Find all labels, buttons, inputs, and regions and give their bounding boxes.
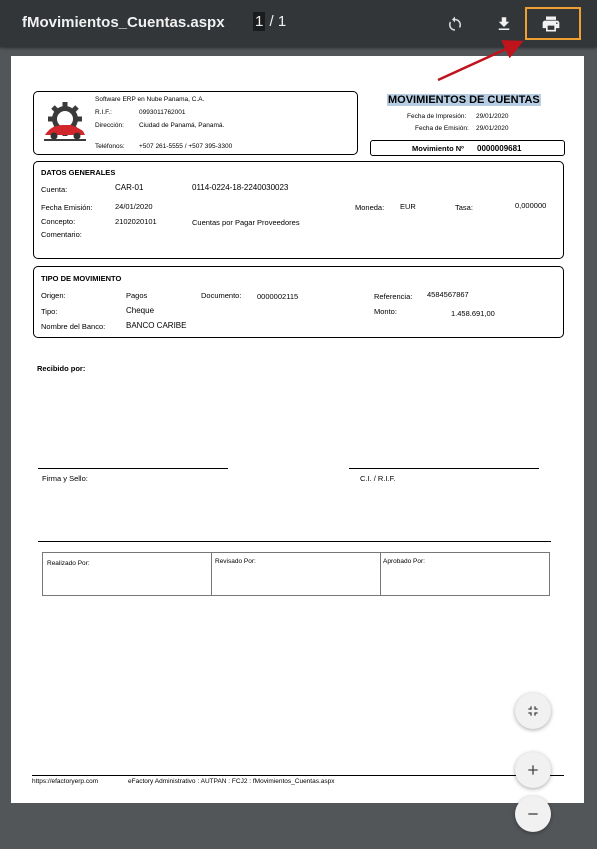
- print-highlight-box: [525, 7, 581, 40]
- banco-value: BANCO CARIBE: [126, 321, 187, 330]
- page-indicator: 1 / 1: [253, 12, 287, 31]
- documento-value: 0000002115: [257, 292, 299, 301]
- comentario-label: Comentario:: [41, 230, 82, 239]
- ci-rif-label: C.I. / R.I.F.: [360, 474, 396, 483]
- fecha-emision-dg-value: 24/01/2020: [115, 202, 153, 211]
- plus-icon: [528, 765, 538, 775]
- recibido-label: Recibido por:: [37, 364, 86, 373]
- direccion-value: Ciudad de Panamá, Panamá.: [139, 122, 225, 129]
- tasa-label: Tasa:: [455, 203, 473, 212]
- approvals-divider-1: [211, 552, 212, 596]
- movimiento-number: 0000009681: [477, 144, 522, 153]
- download-button[interactable]: [490, 10, 518, 38]
- zoom-out-button[interactable]: [515, 796, 551, 832]
- rif-value: 0993011762001: [139, 109, 186, 116]
- minus-icon: [528, 813, 538, 815]
- pdf-page: Software ERP en Nube Panama, C.A. R.I.F.…: [11, 56, 584, 803]
- company-name: Software ERP en Nube Panama, C.A.: [95, 96, 205, 103]
- rotate-button[interactable]: [441, 10, 469, 38]
- revisado-label: Revisado Por:: [215, 558, 256, 565]
- origen-value: Pagos: [126, 291, 148, 300]
- telefonos-label: Teléfonos:: [95, 143, 125, 150]
- tasa-value: 0,000000: [515, 201, 547, 210]
- approvals-box: [42, 552, 550, 596]
- cuenta-label: Cuenta:: [41, 185, 68, 194]
- datos-generales-title: DATOS GENERALES: [41, 168, 116, 177]
- fecha-emision-dg-label: Fecha Emisión:: [41, 203, 93, 212]
- page-separator: /: [265, 13, 278, 30]
- tipo-value: Cheque: [126, 306, 155, 315]
- cuenta-code: CAR-01: [115, 183, 144, 192]
- direccion-label: Dirección:: [95, 122, 124, 129]
- firma-line-right: [349, 468, 539, 469]
- footer-url: https://efactoryerp.com: [32, 778, 99, 785]
- page-total: 1: [277, 13, 287, 30]
- document-title: MOVIMIENTOS DE CUENTAS: [387, 94, 541, 106]
- download-icon: [498, 17, 510, 30]
- tipo-movimiento-title: TIPO DE MOVIMIENTO: [41, 274, 122, 283]
- page-current[interactable]: 1: [253, 12, 266, 31]
- moneda-label: Moneda:: [355, 203, 385, 212]
- zoom-in-button[interactable]: [515, 752, 551, 788]
- telefonos-value: +507 261-5555 / +507 395-3300: [139, 143, 233, 150]
- monto-label: Monto:: [374, 307, 397, 316]
- fecha-impresion-label: Fecha de Impresión:: [407, 113, 467, 120]
- document-filename: fMovimientos_Cuentas.aspx: [22, 14, 225, 31]
- monto-value: 1.458.691,00: [451, 309, 495, 318]
- firma-line-left: [38, 468, 228, 469]
- concepto-desc: Cuentas por Pagar Proveedores: [192, 218, 300, 227]
- separator-line: [38, 541, 551, 542]
- fecha-emision-label: Fecha de Emisión:: [415, 125, 469, 132]
- fecha-impresion-value: 29/01/2020: [476, 113, 509, 120]
- rif-label: R.I.F.:: [95, 109, 112, 116]
- company-logo-icon: [44, 102, 86, 141]
- firma-sello-label: Firma y Sello:: [42, 474, 88, 483]
- origen-label: Origen:: [41, 291, 66, 300]
- referencia-value: 4584567867: [427, 290, 469, 299]
- tipo-label: Tipo:: [41, 307, 58, 316]
- moneda-value: EUR: [400, 202, 416, 211]
- footer-line: [32, 775, 564, 776]
- fit-page-button[interactable]: [515, 693, 551, 729]
- documento-label: Documento:: [201, 291, 242, 300]
- footer-app: eFactory Administrativo : AUTPAN : FCJ2 …: [128, 778, 335, 785]
- movimiento-label: Movimiento Nº: [412, 144, 464, 153]
- rotate-icon: [449, 16, 461, 31]
- fit-page-icon: [528, 706, 538, 716]
- concepto-label: Concepto:: [41, 217, 76, 226]
- movimiento-box: [370, 140, 565, 156]
- fecha-emision-value: 29/01/2020: [476, 125, 509, 132]
- approvals-divider-2: [380, 552, 381, 596]
- aprobado-label: Aprobado Por:: [383, 558, 425, 565]
- banco-label: Nombre del Banco:: [41, 322, 106, 331]
- realizado-label: Realizado Por:: [47, 560, 90, 567]
- concepto-code: 2102020101: [115, 217, 157, 226]
- viewer-toolbar: fMovimientos_Cuentas.aspx 1 / 1: [0, 0, 597, 47]
- referencia-label: Referencia:: [374, 292, 413, 301]
- cuenta-number: 0114-0224-18-2240030023: [192, 183, 289, 192]
